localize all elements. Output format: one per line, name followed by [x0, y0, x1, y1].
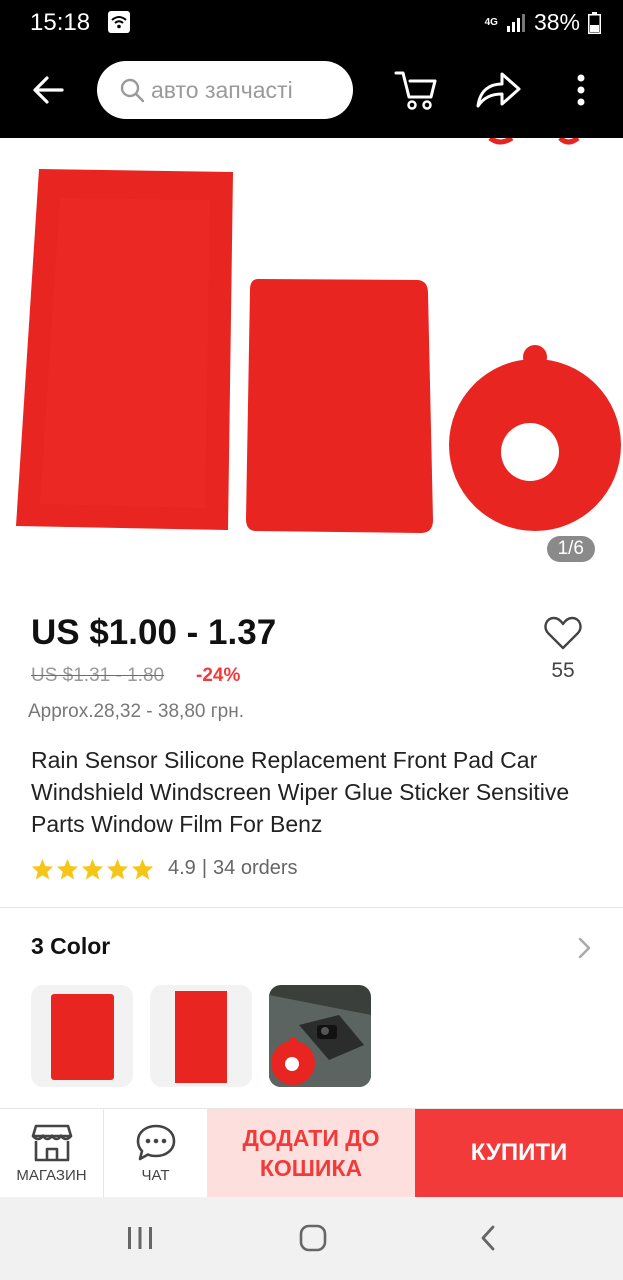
- store-icon: [31, 1124, 72, 1161]
- chat-label: ЧАТ: [141, 1166, 170, 1184]
- chat-button[interactable]: ЧАТ: [104, 1109, 207, 1197]
- search-placeholder: авто запчасті: [151, 76, 293, 103]
- more-options-icon[interactable]: [566, 68, 596, 112]
- star-icon: [131, 858, 154, 880]
- recent-apps-icon[interactable]: [126, 1223, 154, 1253]
- color-swatch-3[interactable]: [269, 985, 371, 1087]
- signal-icon: [506, 13, 525, 32]
- product-image-gallery[interactable]: 1/6: [0, 138, 623, 590]
- store-label: МАГАЗИН: [16, 1166, 87, 1184]
- rating-row: 4.9 | 34 orders: [31, 857, 298, 880]
- price: US $1.00 - 1.37: [31, 613, 277, 652]
- chevron-right-icon[interactable]: [576, 935, 594, 961]
- approx-price: Approx.28,32 - 38,80 грн.: [28, 701, 245, 722]
- back-icon[interactable]: [476, 1223, 500, 1253]
- back-arrow-icon[interactable]: [28, 70, 68, 110]
- bottom-action-bar: МАГАЗИН ЧАТ ДОДАТИ ДО КОШИКА КУПИТИ: [0, 1108, 623, 1197]
- color-swatch-2[interactable]: [150, 985, 252, 1087]
- rating-separator: |: [201, 857, 208, 879]
- heart-icon: [544, 616, 582, 650]
- chat-icon: [136, 1124, 175, 1160]
- status-time: 15:18: [30, 9, 91, 36]
- home-icon[interactable]: [298, 1223, 328, 1253]
- search-input[interactable]: авто запчасті: [97, 61, 353, 119]
- battery-percent: 38%: [533, 9, 580, 35]
- network-type: 4G: [484, 16, 498, 28]
- product-image: [16, 138, 621, 533]
- old-price: US $1.31 - 1.80: [31, 665, 165, 686]
- wifi-icon: [108, 11, 130, 33]
- status-bar: 15:18 4G 38%: [0, 0, 623, 42]
- system-nav-bar: [0, 1197, 623, 1280]
- add-to-cart-button[interactable]: ДОДАТИ ДО КОШИКА: [207, 1109, 415, 1197]
- image-counter: 1/6: [546, 536, 595, 562]
- wishlist-count: 55: [551, 659, 575, 682]
- status-right: 4G 38%: [485, 9, 601, 36]
- battery-icon: [588, 11, 601, 34]
- star-rating: [31, 858, 154, 880]
- divider: [0, 907, 623, 908]
- star-icon: [56, 858, 79, 880]
- top-nav: авто запчасті: [0, 42, 623, 138]
- cart-icon[interactable]: [392, 66, 440, 114]
- wishlist-button[interactable]: 55: [540, 616, 586, 683]
- star-icon: [106, 858, 129, 880]
- star-icon: [31, 858, 54, 880]
- orders-count: 34 orders: [213, 857, 298, 879]
- search-icon: [120, 78, 145, 103]
- discount-badge: -24%: [196, 665, 241, 686]
- share-icon[interactable]: [472, 66, 524, 114]
- star-icon: [81, 858, 104, 880]
- variant-heading[interactable]: 3 Color: [31, 933, 110, 960]
- color-swatch-1[interactable]: [31, 985, 133, 1087]
- rating-value: 4.9: [168, 857, 196, 879]
- product-title: Rain Sensor Silicone Replacement Front P…: [31, 747, 570, 837]
- buy-now-button[interactable]: КУПИТИ: [415, 1109, 623, 1197]
- add-to-cart-label: ДОДАТИ ДО КОШИКА: [242, 1125, 380, 1181]
- store-button[interactable]: МАГАЗИН: [0, 1109, 104, 1197]
- buy-now-label: КУПИТИ: [470, 1139, 568, 1166]
